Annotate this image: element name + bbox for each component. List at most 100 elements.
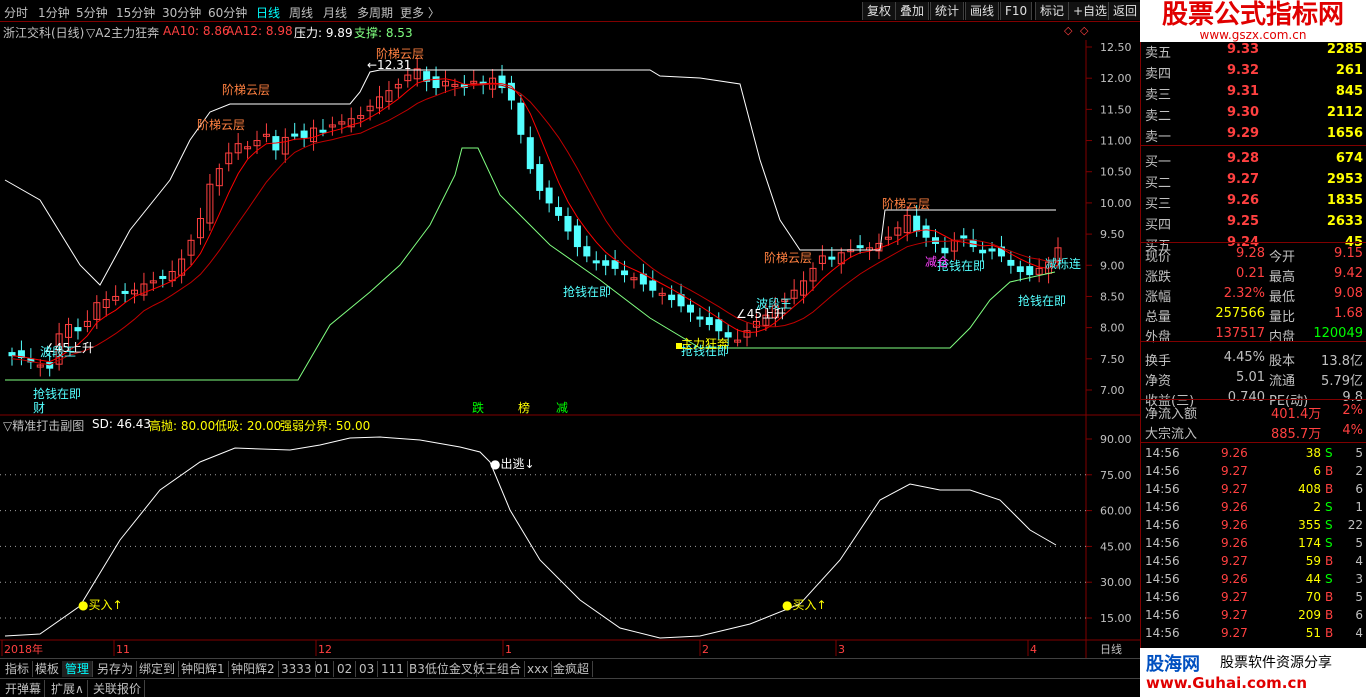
candle-body bbox=[856, 245, 864, 249]
collapse-icon[interactable]: ◇ bbox=[1080, 24, 1088, 37]
stat-label: 内盘 bbox=[1269, 330, 1296, 345]
bottom-tool-tab[interactable]: 扩展∧ bbox=[48, 680, 88, 697]
tick-volume: 408 bbox=[1298, 482, 1321, 496]
date-label: 2018年 bbox=[4, 642, 43, 656]
chart-annotation: 阶梯云层 bbox=[222, 83, 270, 97]
candle-body bbox=[913, 215, 921, 232]
indicator-tab[interactable]: 绑定到 bbox=[136, 661, 180, 677]
period-tab-weekly[interactable]: 周线 bbox=[289, 4, 313, 21]
ask-row[interactable]: 卖三 9.31 845 bbox=[1141, 82, 1366, 103]
period-tab-multi[interactable]: 多周期 bbox=[357, 4, 393, 21]
ad-url[interactable]: www.gszx.com.cn bbox=[1140, 28, 1366, 42]
stat-value: 1.68 bbox=[1334, 306, 1363, 321]
kline-chart[interactable]: 12.50 12.00 11.50 11.00 10.50 10.00 9.50 9.00 8.… bbox=[0, 40, 1140, 658]
date-label: 11 bbox=[116, 643, 130, 656]
period-tab-30min[interactable]: 30分钟 bbox=[162, 4, 201, 21]
period-tab-more[interactable]: 更多 〉 bbox=[400, 4, 440, 21]
ask-row[interactable]: 卖四 9.32 261 bbox=[1141, 61, 1366, 82]
mark-button[interactable]: 标记 bbox=[1035, 2, 1070, 20]
indicator-tab[interactable]: B3低位金叉 bbox=[406, 661, 477, 677]
bottom-tool-tab[interactable]: 关联报价 bbox=[90, 680, 146, 697]
stat-value: 5.01 bbox=[1236, 370, 1265, 385]
indicator-tab[interactable]: 另存为 bbox=[94, 661, 138, 677]
indicator-tab[interactable]: 妖王组合 bbox=[470, 661, 526, 677]
period-toolbar: 分时 1分钟 5分钟 15分钟 30分钟 60分钟 日线 周线 月线 多周期 更… bbox=[0, 0, 1143, 22]
aa10-value: AA10: 8.86 bbox=[163, 24, 230, 38]
sd-value: SD: 46.43 bbox=[92, 417, 152, 431]
stat-value: 257566 bbox=[1215, 306, 1265, 321]
period-tab-1min[interactable]: 1分钟 bbox=[38, 4, 70, 21]
indicator-tab[interactable]: 111 bbox=[378, 661, 408, 677]
stat-row: 涨跌 0.21 最高 9.42 bbox=[1141, 264, 1366, 285]
period-tab-60min[interactable]: 60分钟 bbox=[208, 4, 247, 21]
stat-row: 涨幅 2.32% 最低 9.08 bbox=[1141, 284, 1366, 305]
stat-value: 120049 bbox=[1313, 326, 1363, 341]
candle-body bbox=[988, 248, 996, 252]
candle-body bbox=[583, 246, 591, 257]
restore-rights-button[interactable]: 复权 bbox=[862, 2, 897, 20]
tick-row: 14:56 9.26 355 S 22 bbox=[1141, 517, 1366, 535]
tick-time: 14:56 bbox=[1145, 446, 1180, 460]
indicator-tab[interactable]: 01 bbox=[312, 661, 335, 677]
stat-label: 涨跌 bbox=[1145, 270, 1172, 285]
indicator-tab[interactable]: 3333 bbox=[278, 661, 316, 677]
sub-indicator-name[interactable]: ▽精准打击副图 bbox=[3, 417, 93, 434]
indicator-name[interactable]: ▽A2主力狂奔 bbox=[86, 24, 159, 41]
tick-volume: 174 bbox=[1298, 536, 1321, 550]
bid-row[interactable]: 买四 9.25 2633 bbox=[1141, 212, 1366, 233]
tick-row: 14:56 9.26 38 S 5 bbox=[1141, 445, 1366, 463]
indicator-tab[interactable]: 管理 bbox=[62, 661, 94, 677]
candle-body bbox=[573, 225, 581, 248]
indicator-tab[interactable]: 02 bbox=[334, 661, 357, 677]
bid-row[interactable]: 买三 9.26 1835 bbox=[1141, 191, 1366, 212]
add-watchlist-button[interactable]: +自选 bbox=[1068, 2, 1113, 20]
tick-count: 3 bbox=[1355, 572, 1363, 586]
footer-ad[interactable]: 股海网 股票软件资源分享 www.Guhai.com.cn bbox=[1140, 648, 1366, 697]
ask-row[interactable]: 卖一 9.29 1656 bbox=[1141, 124, 1366, 145]
tick-volume: 44 bbox=[1305, 572, 1321, 586]
stat-row: 总量 257566 量比 1.68 bbox=[1141, 304, 1366, 325]
indicator-tab[interactable]: 钟阳辉1 bbox=[178, 661, 229, 677]
candle-body bbox=[931, 237, 939, 244]
candle-body bbox=[536, 164, 544, 191]
sub-axis-label: 30.00 bbox=[1100, 576, 1132, 589]
candle-body bbox=[696, 316, 704, 320]
tick-time: 14:56 bbox=[1145, 536, 1180, 550]
period-tab-daily[interactable]: 日线 bbox=[256, 4, 280, 21]
buy-signal: ●买入↑ bbox=[782, 598, 827, 612]
flow-percent: 4% bbox=[1342, 423, 1363, 438]
indicator-tab[interactable]: 03 bbox=[356, 661, 379, 677]
indicator-tab[interactable]: xxx bbox=[524, 661, 553, 677]
stat-value: 9.42 bbox=[1334, 266, 1363, 281]
overlay-button[interactable]: 叠加 bbox=[895, 2, 930, 20]
period-tab-monthly[interactable]: 月线 bbox=[323, 4, 347, 21]
bid-row[interactable]: 买一 9.28 674 bbox=[1141, 149, 1366, 170]
f10-button[interactable]: F10 bbox=[1000, 2, 1033, 20]
draw-line-button[interactable]: 画线 bbox=[965, 2, 1000, 20]
main-run-marker bbox=[676, 343, 682, 349]
period-tab-5min[interactable]: 5分钟 bbox=[76, 4, 108, 21]
indicator-tab[interactable]: 指标 bbox=[2, 661, 34, 677]
pressure-value: 压力: 9.89 bbox=[294, 26, 353, 40]
stat-label: 量比 bbox=[1269, 310, 1296, 325]
tick-row: 14:56 9.26 2 S 1 bbox=[1141, 499, 1366, 517]
bottom-tool-tab[interactable]: 开弹幕 bbox=[2, 680, 46, 697]
indicator-tab[interactable]: 模板 bbox=[32, 661, 64, 677]
indicator-tab[interactable]: 金疯超 bbox=[550, 661, 594, 677]
diamond-icon[interactable]: ◇ bbox=[1064, 24, 1072, 37]
indicator-tab[interactable]: 钟阳辉2 bbox=[228, 661, 279, 677]
tick-side: B bbox=[1325, 464, 1334, 478]
flow-label: 净流入额 bbox=[1145, 407, 1198, 422]
candle-body bbox=[960, 235, 968, 239]
candle-body bbox=[941, 247, 949, 254]
ask-row[interactable]: 卖五 9.33 2285 bbox=[1141, 40, 1366, 61]
period-tab-intraday[interactable]: 分时 bbox=[4, 4, 28, 21]
statistics-button[interactable]: 统计 bbox=[930, 2, 965, 20]
sub-axis-label: 45.00 bbox=[1100, 540, 1132, 553]
back-button[interactable]: 返回 bbox=[1108, 2, 1143, 20]
ask-row[interactable]: 卖二 9.30 2112 bbox=[1141, 103, 1366, 124]
tick-row: 14:56 9.27 59 B 4 bbox=[1141, 553, 1366, 571]
boundary-value: 强弱分界: 50.00 bbox=[280, 419, 371, 433]
period-tab-15min[interactable]: 15分钟 bbox=[116, 4, 155, 21]
bid-row[interactable]: 买二 9.27 2953 bbox=[1141, 170, 1366, 191]
